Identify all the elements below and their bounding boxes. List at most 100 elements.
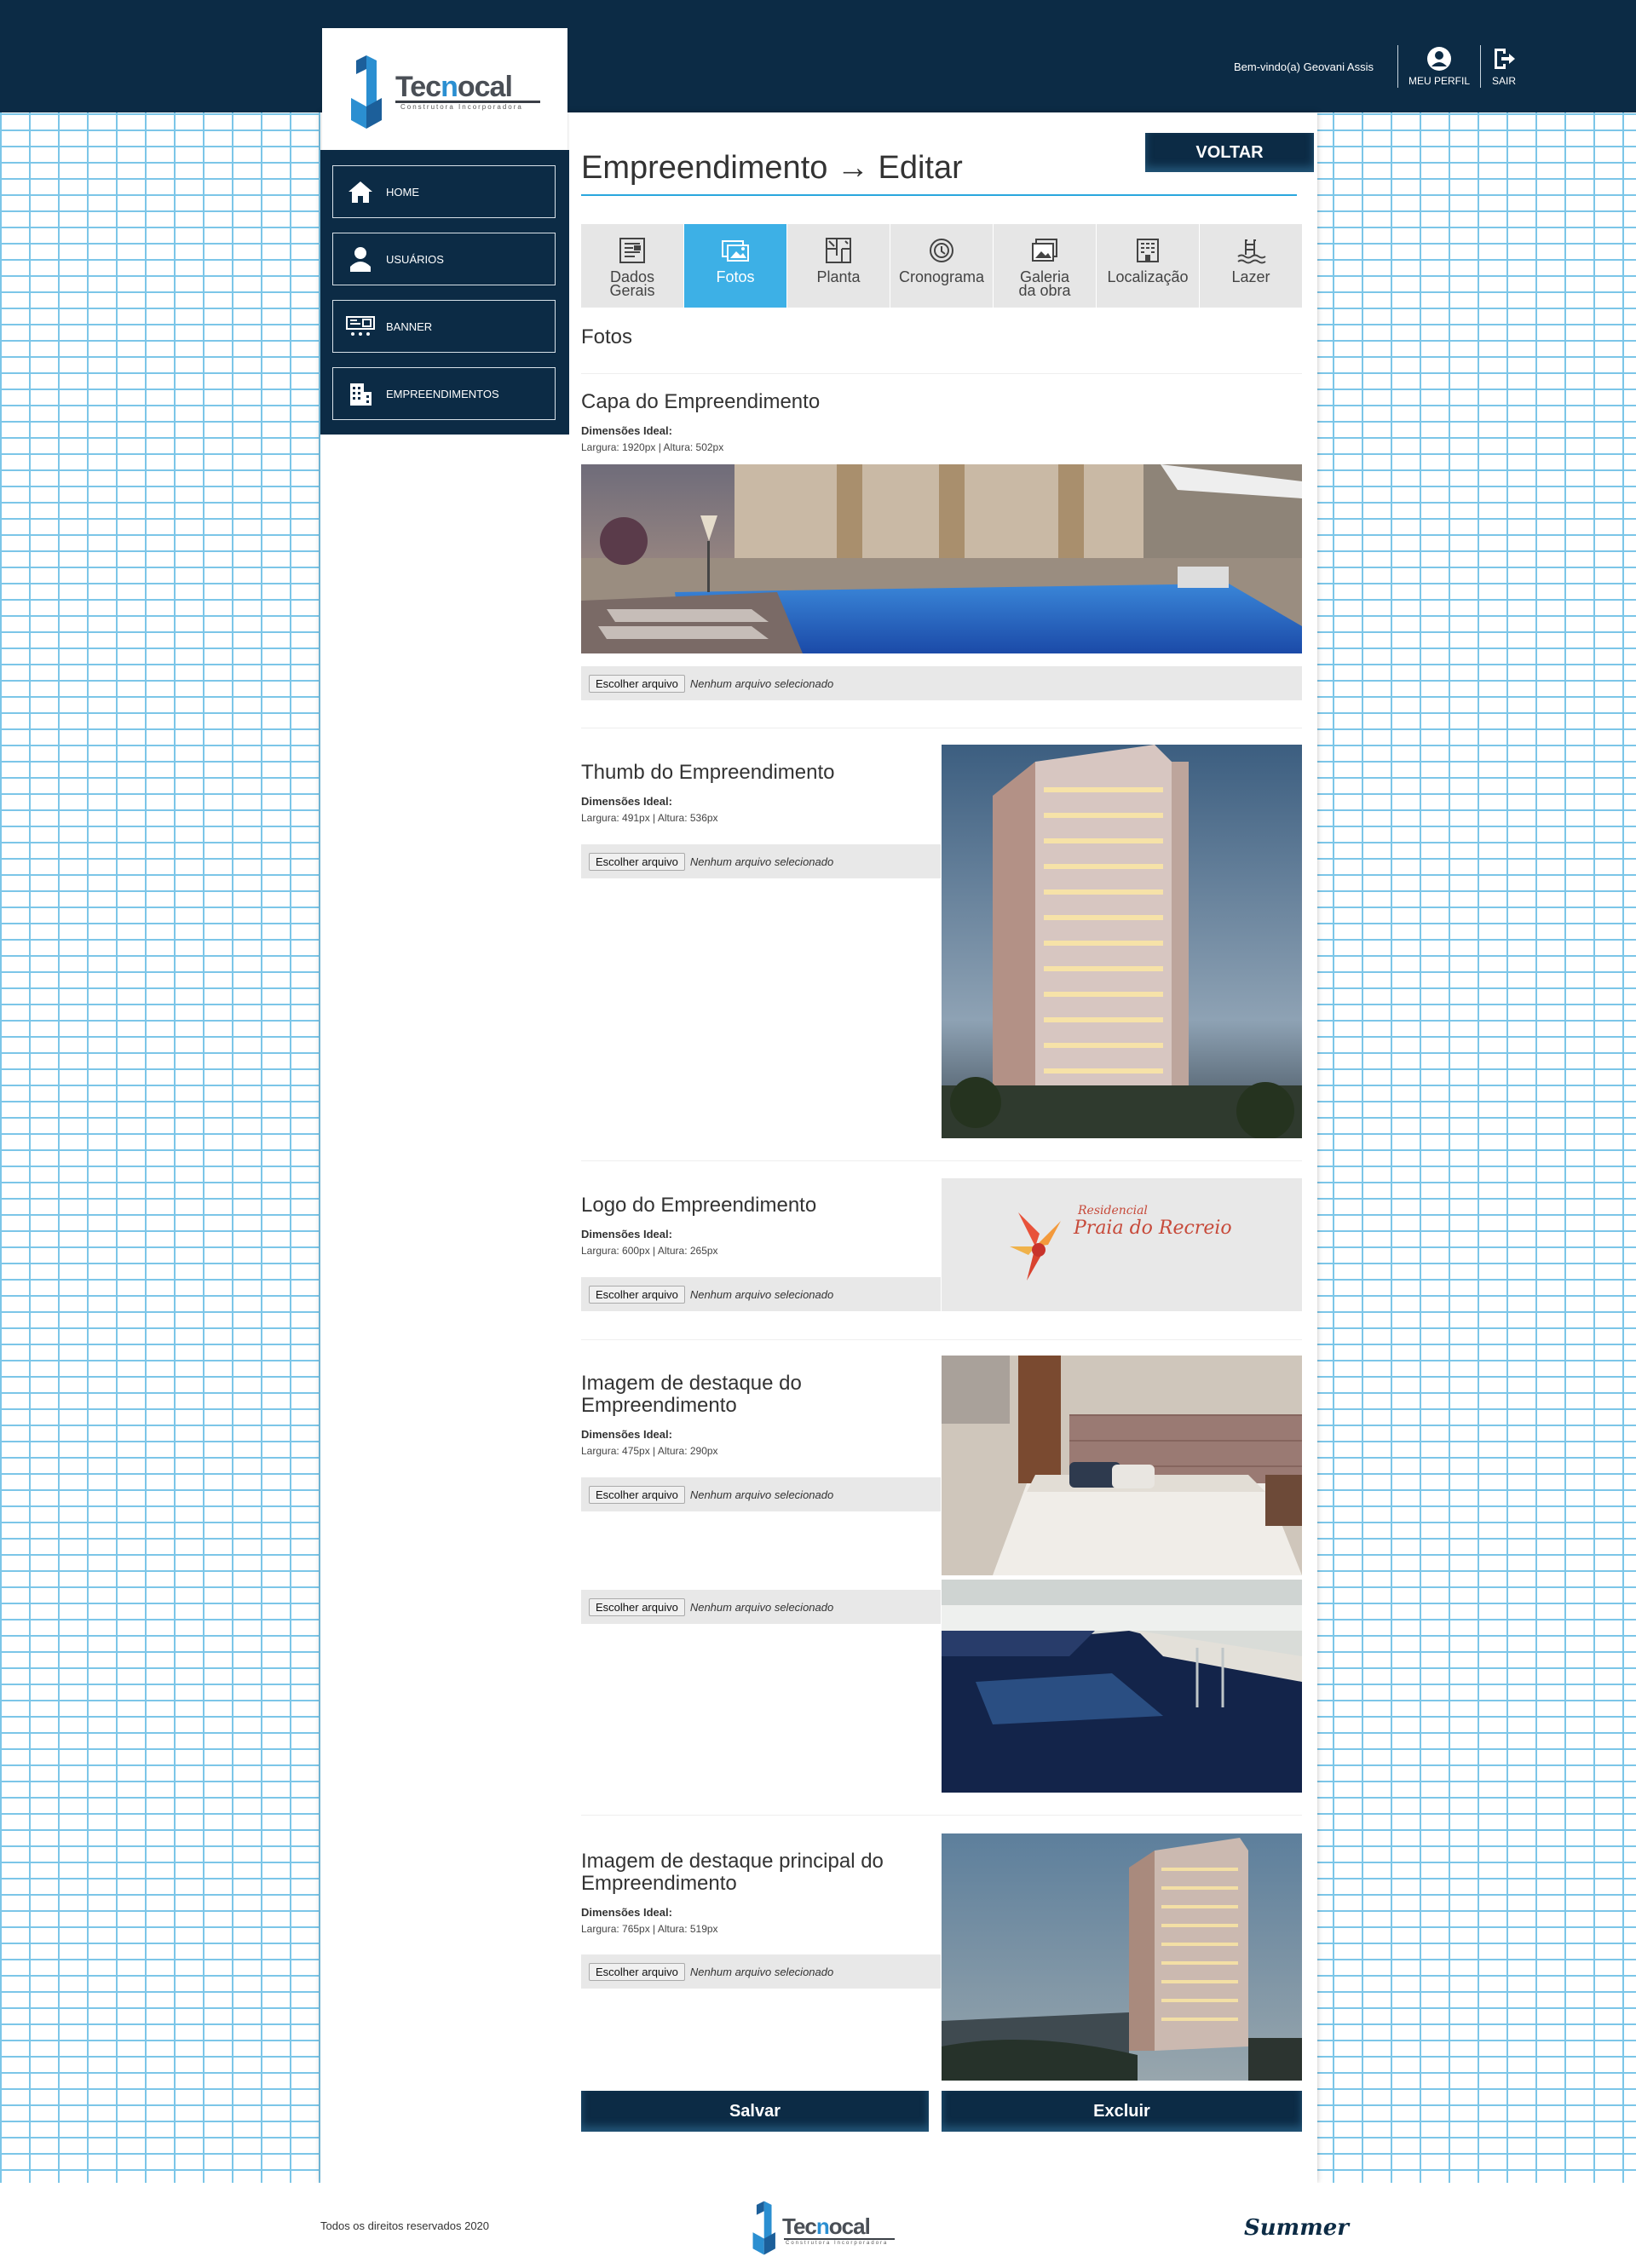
logo-title: Logo do Empreendimento [581,1194,817,1217]
sidebar: HOME USUÁRIOS BANNER EMPREENDIMENTOS [320,150,569,435]
home-icon [345,179,376,204]
floorplan-icon [826,238,851,263]
destaque-dim-label: Dimensões Ideal: [581,1428,672,1441]
destaque-file-status: Nenhum arquivo selecionado [689,1488,834,1501]
logo-dim-value: Largura: 600px | Altura: 265px [581,1245,718,1257]
summer-logo[interactable]: Summer [1244,2215,1349,2241]
gallery-icon [1032,239,1057,262]
destaque-image [942,1356,1302,1575]
schedule-icon [930,239,953,262]
logo-image: Residencial Praia do Recreio [942,1178,1302,1311]
destaque-choose-file-button[interactable]: Escolher arquivo [589,1485,685,1504]
capa-dim-label: Dimensões Ideal: [581,424,672,437]
principal-choose-file-button[interactable]: Escolher arquivo [589,1962,685,1981]
destaque-extra-file-status: Nenhum arquivo selecionado [689,1600,834,1614]
thumb-dim-label: Dimensões Ideal: [581,795,672,808]
logo-wordmark: Tecnocal [395,71,513,103]
principal-file-input[interactable]: Escolher arquivo Nenhum arquivo selecion… [581,1954,941,1989]
title-underline [581,194,1297,196]
thumb-title: Thumb do Empreendimento [581,761,835,784]
sidebar-item-usuarios[interactable]: USUÁRIOS [332,233,556,285]
destaque-extra-file-input[interactable]: Escolher arquivo Nenhum arquivo selecion… [581,1590,941,1624]
sidebar-item-empreendimentos[interactable]: EMPREENDIMENTOS [332,367,556,420]
location-icon [1137,239,1159,262]
thumb-dim-value: Largura: 491px | Altura: 536px [581,812,718,824]
thumb-file-status: Nenhum arquivo selecionado [689,855,834,868]
principal-dim-value: Largura: 765px | Altura: 519px [581,1923,718,1935]
sidebar-item-label: USUÁRIOS [386,252,444,266]
principal-title: Imagem de destaque principal do Empreend… [581,1850,884,1895]
tab-bar: Dados Gerais Fotos Planta Cronograma Gal… [581,224,1303,308]
separator [581,1160,1302,1161]
save-button[interactable]: Salvar [581,2091,929,2132]
sidebar-item-label: BANNER [386,319,433,333]
principal-image [942,1833,1302,2081]
logo-dim-label: Dimensões Ideal: [581,1228,672,1240]
capa-dim-value: Largura: 1920px | Altura: 502px [581,441,724,453]
logo-choose-file-button[interactable]: Escolher arquivo [589,1285,685,1304]
user-icon [345,246,376,272]
capa-image [581,464,1302,653]
destaque-file-input[interactable]: Escolher arquivo Nenhum arquivo selecion… [581,1477,941,1511]
building-icon [345,381,376,406]
logo-image-line1: Residencial [1078,1204,1148,1217]
thumb-choose-file-button[interactable]: Escolher arquivo [589,852,685,871]
page-title: Empreendimento → Editar [581,150,963,186]
back-button[interactable]: VOLTAR [1145,133,1314,172]
sidebar-item-label: EMPREENDIMENTOS [386,387,499,400]
tecnocal-logo-icon [351,55,382,129]
destaque-extra-image [942,1580,1302,1793]
separator [581,373,1302,374]
capa-file-status: Nenhum arquivo selecionado [689,676,834,690]
tab-dados-gerais[interactable]: Dados Gerais [581,224,683,308]
tab-lazer[interactable]: Lazer [1200,224,1302,308]
divider [1480,45,1481,88]
tab-galeria-obra[interactable]: Galeria da obra [994,224,1096,308]
profile-button[interactable]: MEU PERFIL [1408,46,1470,87]
logout-label: SAIR [1491,75,1516,87]
logout-button[interactable]: SAIR [1491,46,1517,87]
destaque-extra-choose-file-button[interactable]: Escolher arquivo [589,1597,685,1616]
logo-subtitle: Construtora Incorporadora [400,103,523,111]
capa-title: Capa do Empreendimento [581,390,821,413]
capa-file-input[interactable]: Escolher arquivo Nenhum arquivo selecion… [581,666,1302,700]
separator [581,1815,1302,1816]
capa-choose-file-button[interactable]: Escolher arquivo [589,674,685,693]
principal-file-status: Nenhum arquivo selecionado [689,1965,834,1978]
thumb-image [942,745,1302,1138]
footer-wordmark: Tecnocal [782,2213,871,2239]
destaque-dim-value: Largura: 475px | Altura: 290px [581,1445,718,1457]
principal-dim-label: Dimensões Ideal: [581,1906,672,1919]
copyright-text: Todos os direitos reservados 2020 [320,2219,490,2232]
profile-label: MEU PERFIL [1408,75,1470,87]
logo-file-input[interactable]: Escolher arquivo Nenhum arquivo selecion… [581,1277,941,1311]
flower-logo-icon [1010,1212,1061,1281]
sidebar-item-label: HOME [386,185,419,199]
logo-file-status: Nenhum arquivo selecionado [689,1287,834,1301]
tab-cronograma[interactable]: Cronograma [890,224,993,308]
banner-icon [345,314,376,339]
pool-icon [1237,239,1266,264]
tab-fotos[interactable]: Fotos [684,224,786,308]
destaque-title: Imagem de destaque do Empreendimento [581,1372,802,1417]
logo-image-line2: Praia do Recreio [1074,1217,1232,1239]
sidebar-item-banner[interactable]: BANNER [332,300,556,353]
welcome-text: Bem-vindo(a) Geovani Assis [1233,60,1374,73]
section-heading: Fotos [581,325,633,348]
document-icon [619,238,645,263]
logout-icon [1495,49,1515,69]
separator [581,1339,1302,1340]
footer: Todos os direitos reservados 2020 Tecnoc… [0,2183,1636,2268]
logo[interactable]: Tecnocal Construtora Incorporadora [322,28,567,150]
tab-planta[interactable]: Planta [787,224,890,308]
sidebar-item-home[interactable]: HOME [332,165,556,218]
delete-button[interactable]: Excluir [942,2091,1302,2132]
tab-localizacao[interactable]: Localização [1097,224,1199,308]
footer-logo: Tecnocal Construtora Incorporadora [746,2200,900,2256]
profile-icon [1426,47,1451,71]
divider [1397,45,1398,88]
user-area: Bem-vindo(a) Geovani Assis MEU PERFIL SA… [1234,43,1517,90]
tecnocal-logo-icon [752,2201,775,2255]
thumb-file-input[interactable]: Escolher arquivo Nenhum arquivo selecion… [581,844,941,878]
photos-icon [722,240,749,262]
